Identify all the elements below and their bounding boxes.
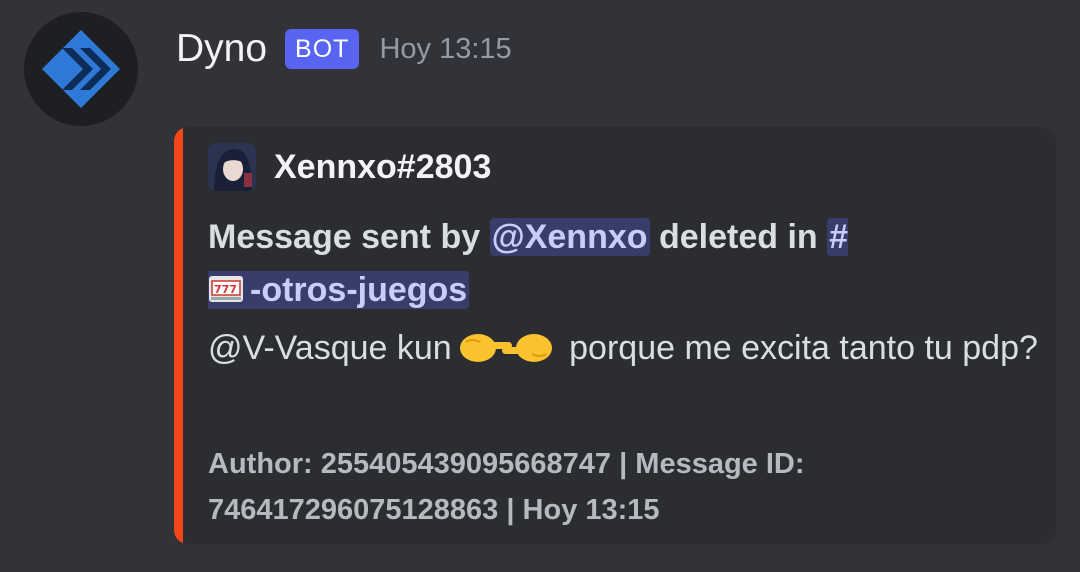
message-timestamp[interactable]: Hoy 13:15 bbox=[379, 33, 511, 66]
description-text: porque me excita tanto tu pdp? bbox=[559, 329, 1038, 367]
title-prefix: Message sent by bbox=[208, 218, 490, 256]
embed-author: Xennxo#2803 bbox=[208, 143, 491, 191]
bot-badge: BOT bbox=[285, 28, 360, 70]
embed-footer: Author: 255405439095668747 | Message ID:… bbox=[208, 448, 805, 526]
message-header: Dyno BOT Hoy 13:15 bbox=[176, 22, 512, 76]
message-embed: Xennxo#2803 Message sent by @Xennxo dele… bbox=[174, 127, 1056, 544]
svg-text:777: 777 bbox=[214, 283, 237, 296]
bot-avatar[interactable] bbox=[24, 12, 138, 126]
user-mention[interactable]: @Xennxo bbox=[489, 218, 650, 256]
pointing-hands-icon bbox=[459, 334, 552, 362]
embed-description: @V-Vasque kun porque me excita tanto tu … bbox=[208, 321, 1038, 375]
channel-hash: # bbox=[829, 218, 849, 256]
dyno-logo-icon bbox=[42, 30, 120, 108]
channel-name: -otros-juegos bbox=[250, 271, 468, 309]
embed-accent-bar bbox=[174, 127, 183, 544]
message-author-name[interactable]: Dyno bbox=[176, 27, 267, 71]
description-mention-text: @V-Vasque kun bbox=[208, 329, 452, 367]
title-middle: deleted in bbox=[649, 218, 828, 256]
embed-author-avatar[interactable] bbox=[208, 143, 256, 191]
embed-author-name[interactable]: Xennxo#2803 bbox=[274, 148, 491, 187]
slot-machine-icon: 777 bbox=[209, 276, 243, 302]
embed-title: Message sent by @Xennxo deleted in #777-… bbox=[208, 211, 928, 317]
